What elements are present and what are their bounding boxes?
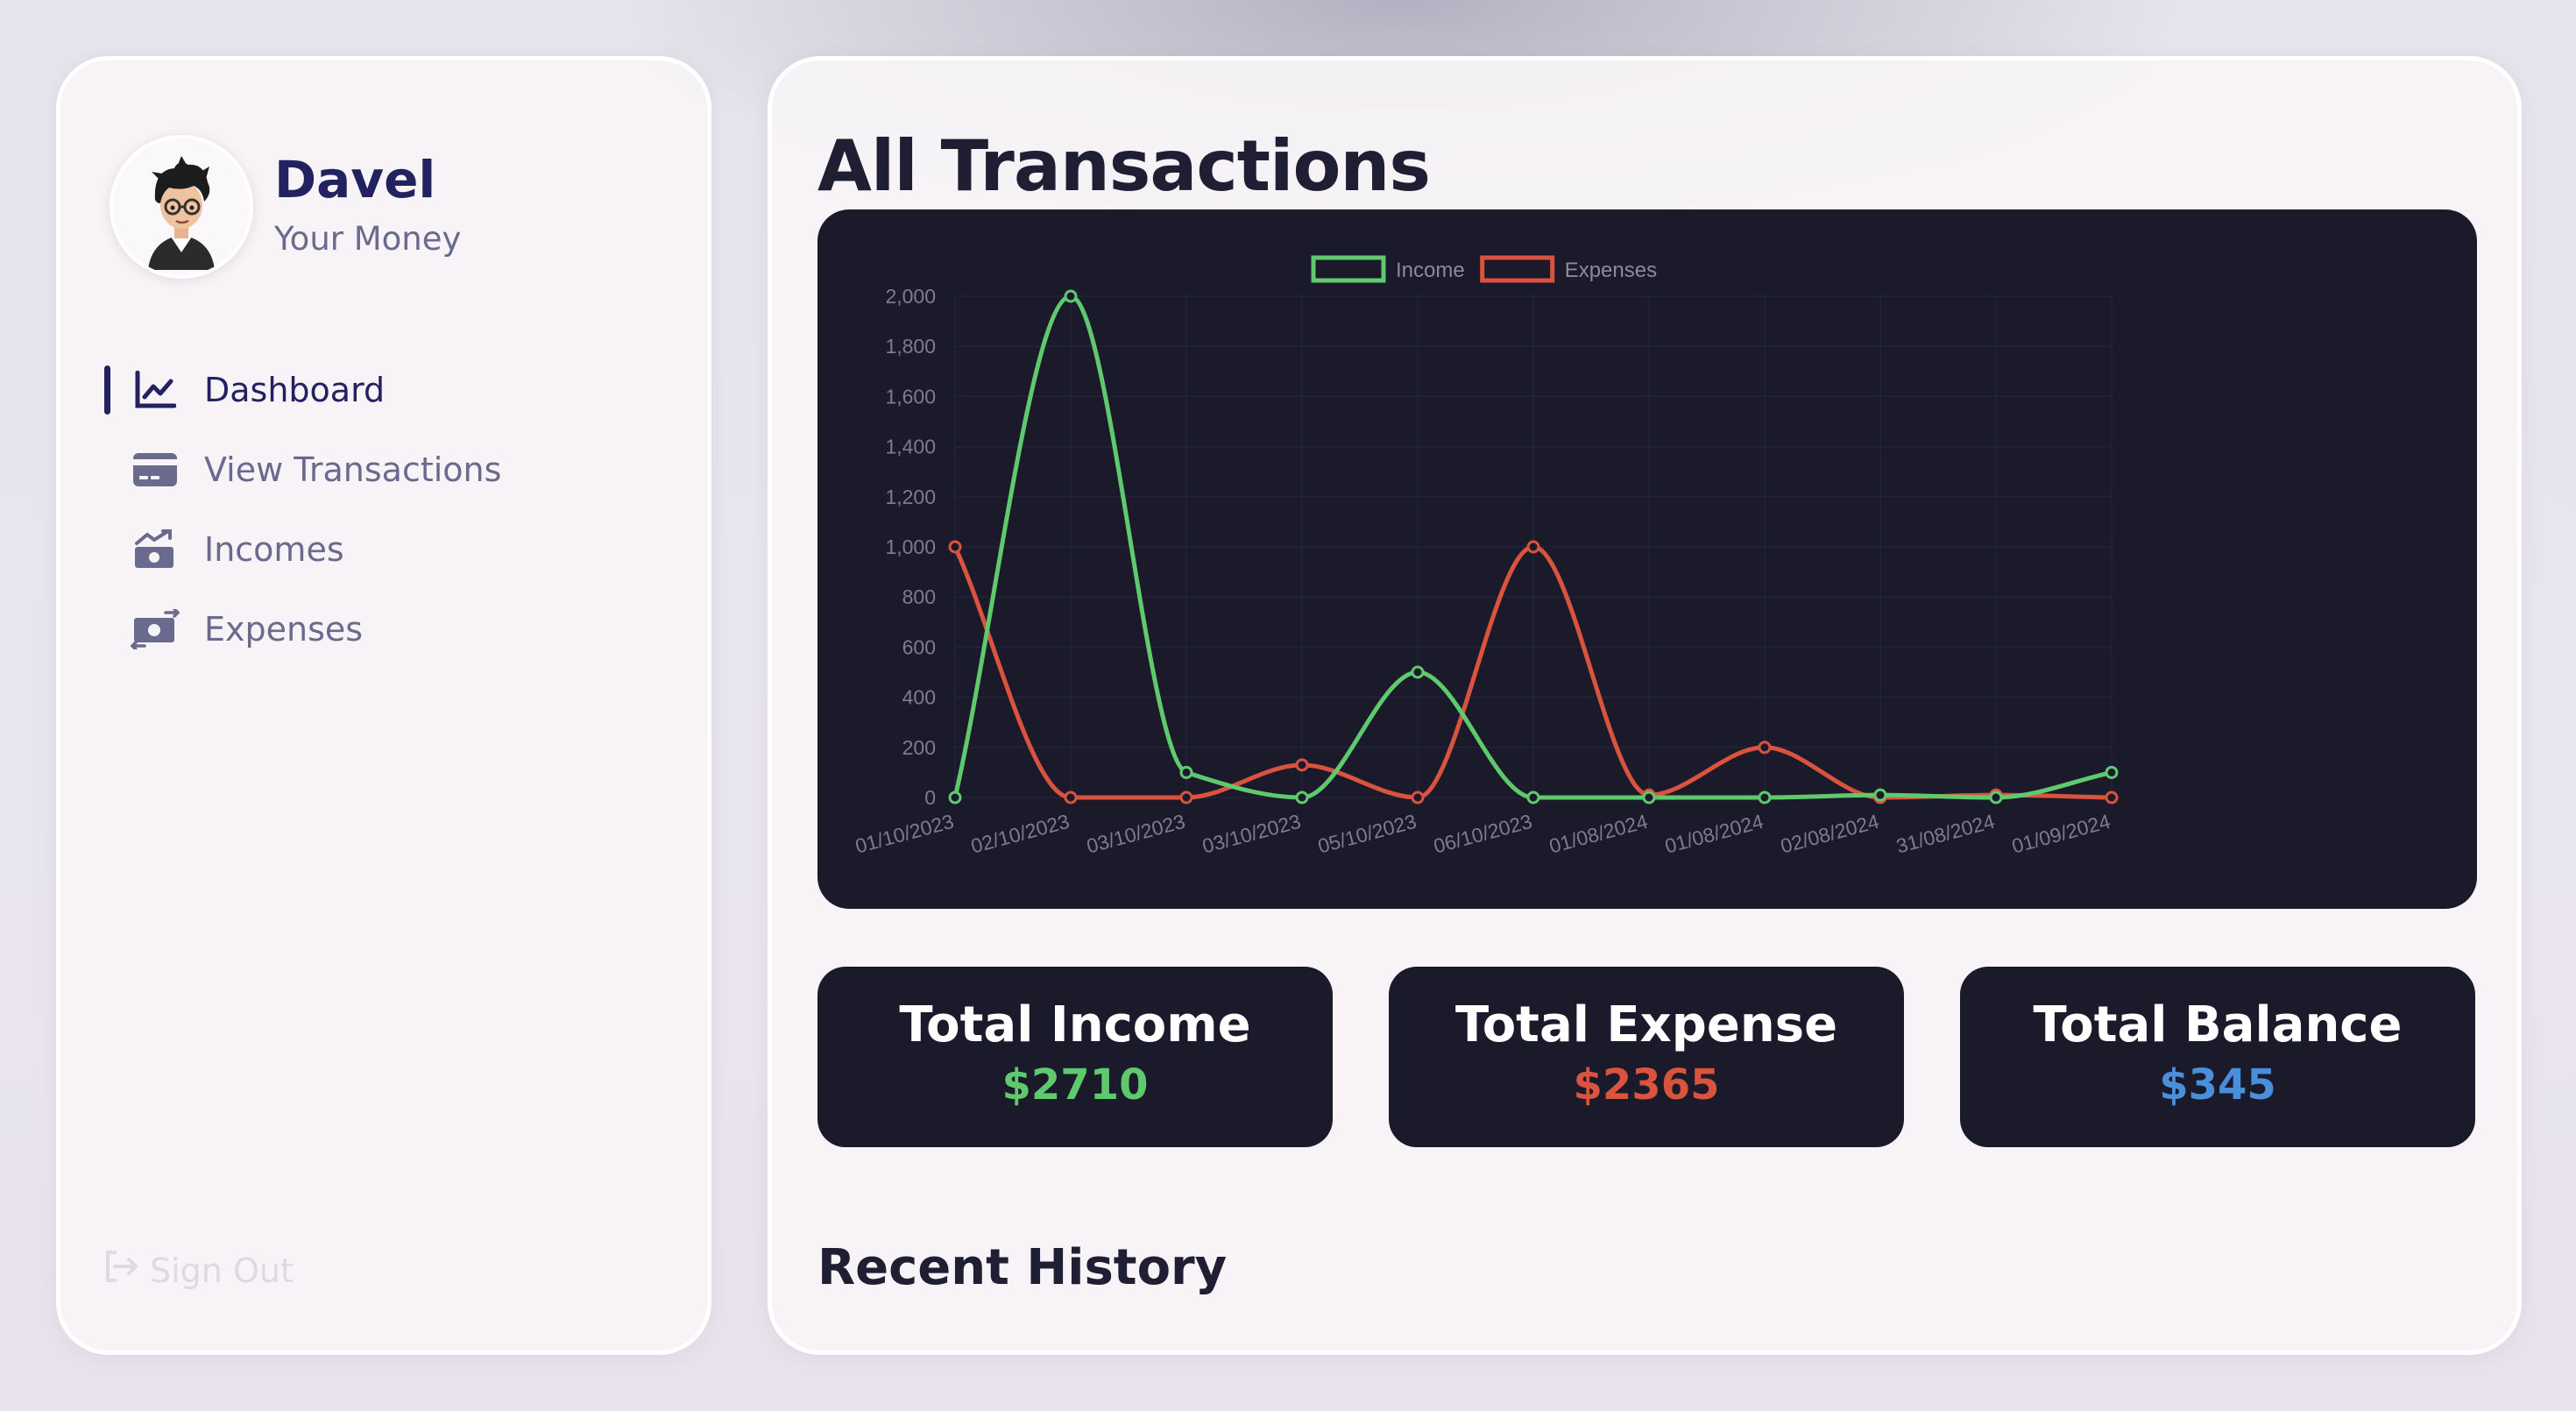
sign-out-button[interactable]: Sign Out <box>104 1251 294 1290</box>
x-tick-label: 02/08/2024 <box>1778 810 1881 858</box>
total-income-label: Total Income <box>899 996 1251 1053</box>
avatar-image <box>113 138 250 275</box>
sidebar-item-label: Dashboard <box>204 371 386 409</box>
y-tick-label: 600 <box>902 635 936 658</box>
data-point <box>1526 540 1540 554</box>
y-tick-label: 1,600 <box>885 385 936 408</box>
data-point <box>1989 791 2003 805</box>
sidebar-item-dashboard[interactable]: Dashboard <box>131 359 385 421</box>
legend-label: Expenses <box>1565 259 1657 282</box>
x-tick-label: 01/09/2024 <box>2009 810 2112 858</box>
total-balance-card: Total Balance $345 <box>1960 967 2475 1147</box>
sidebar-item-label: View Transactions <box>204 450 502 489</box>
page-title: All Transactions <box>817 125 1431 207</box>
y-tick-label: 1,200 <box>885 486 936 508</box>
sidebar-item-label: Incomes <box>204 530 344 569</box>
avatar[interactable] <box>110 135 253 279</box>
sign-out-label: Sign Out <box>150 1251 294 1290</box>
data-point <box>1411 791 1425 805</box>
recent-history-title: Recent History <box>817 1239 1228 1296</box>
x-tick-label: 05/10/2023 <box>1315 810 1419 858</box>
sidebar-item-incomes[interactable]: Incomes <box>131 519 344 580</box>
data-point <box>948 540 962 554</box>
y-tick-label: 200 <box>902 736 936 759</box>
data-point <box>1411 665 1425 679</box>
sidebar: Davel Your Money Dashboard View Transact… <box>56 56 711 1355</box>
sidebar-item-view-transactions[interactable]: View Transactions <box>131 439 501 500</box>
data-point <box>1179 765 1193 779</box>
legend-swatch <box>1311 255 1386 283</box>
x-tick-label: 06/10/2023 <box>1431 810 1534 858</box>
x-tick-label: 01/10/2023 <box>853 810 956 858</box>
data-point <box>1873 788 1887 802</box>
total-balance-label: Total Balance <box>2033 996 2403 1053</box>
money-bill-trend-up-icon <box>131 525 180 574</box>
sidebar-item-label: Expenses <box>204 610 364 649</box>
total-expense-label: Total Expense <box>1454 996 1838 1053</box>
data-point <box>1642 791 1656 805</box>
data-point <box>1064 289 1078 303</box>
x-tick-label: 01/08/2024 <box>1662 810 1766 858</box>
sign-out-icon <box>104 1251 139 1290</box>
total-expense-card: Total Expense $2365 <box>1389 967 1904 1147</box>
x-tick-label: 31/08/2024 <box>1893 810 1997 858</box>
legend-swatch <box>1480 255 1555 283</box>
total-income-card: Total Income $2710 <box>817 967 1333 1147</box>
active-indicator <box>104 365 110 415</box>
user-name: Davel <box>274 150 436 209</box>
y-tick-label: 1,000 <box>885 535 936 558</box>
data-point <box>1064 791 1078 805</box>
x-tick-label: 03/10/2023 <box>1084 810 1187 858</box>
total-expense-value: $2365 <box>1573 1060 1720 1110</box>
money-bill-transfer-icon <box>131 605 180 654</box>
data-point <box>948 791 962 805</box>
y-tick-label: 1,800 <box>885 335 936 358</box>
y-tick-label: 2,000 <box>885 285 936 308</box>
data-point <box>1295 791 1309 805</box>
transactions-chart: 0 200 400 600 800 1,000 1,200 1,400 1,600 1,800 2,… <box>853 255 2119 858</box>
credit-card-icon <box>131 445 180 494</box>
data-point <box>1179 791 1193 805</box>
y-tick-label: 0 <box>924 786 936 809</box>
data-point <box>1526 791 1540 805</box>
transactions-chart-card: 0 200 400 600 800 1,000 1,200 1,400 1,600 1,800 2,… <box>817 209 2477 909</box>
y-tick-label: 800 <box>902 585 936 608</box>
x-tick-label: 03/10/2023 <box>1200 810 1303 858</box>
y-tick-label: 400 <box>902 686 936 709</box>
data-point <box>1295 758 1309 772</box>
total-balance-value: $345 <box>2159 1060 2276 1110</box>
x-tick-label: 01/08/2024 <box>1546 810 1650 858</box>
legend-label: Income <box>1396 259 1465 282</box>
chart-line-icon <box>131 365 180 415</box>
data-point <box>1758 791 1772 805</box>
user-subtitle: Your Money <box>274 220 462 258</box>
data-point <box>2105 791 2119 805</box>
x-tick-label: 02/10/2023 <box>968 810 1072 858</box>
data-point <box>1758 741 1772 755</box>
data-point <box>2105 765 2119 779</box>
main-panel: All Transactions 0 200 400 600 800 1,000 1,200… <box>768 56 2522 1355</box>
y-tick-label: 1,400 <box>885 436 936 458</box>
total-income-value: $2710 <box>1001 1060 1149 1110</box>
sidebar-item-expenses[interactable]: Expenses <box>131 599 363 660</box>
